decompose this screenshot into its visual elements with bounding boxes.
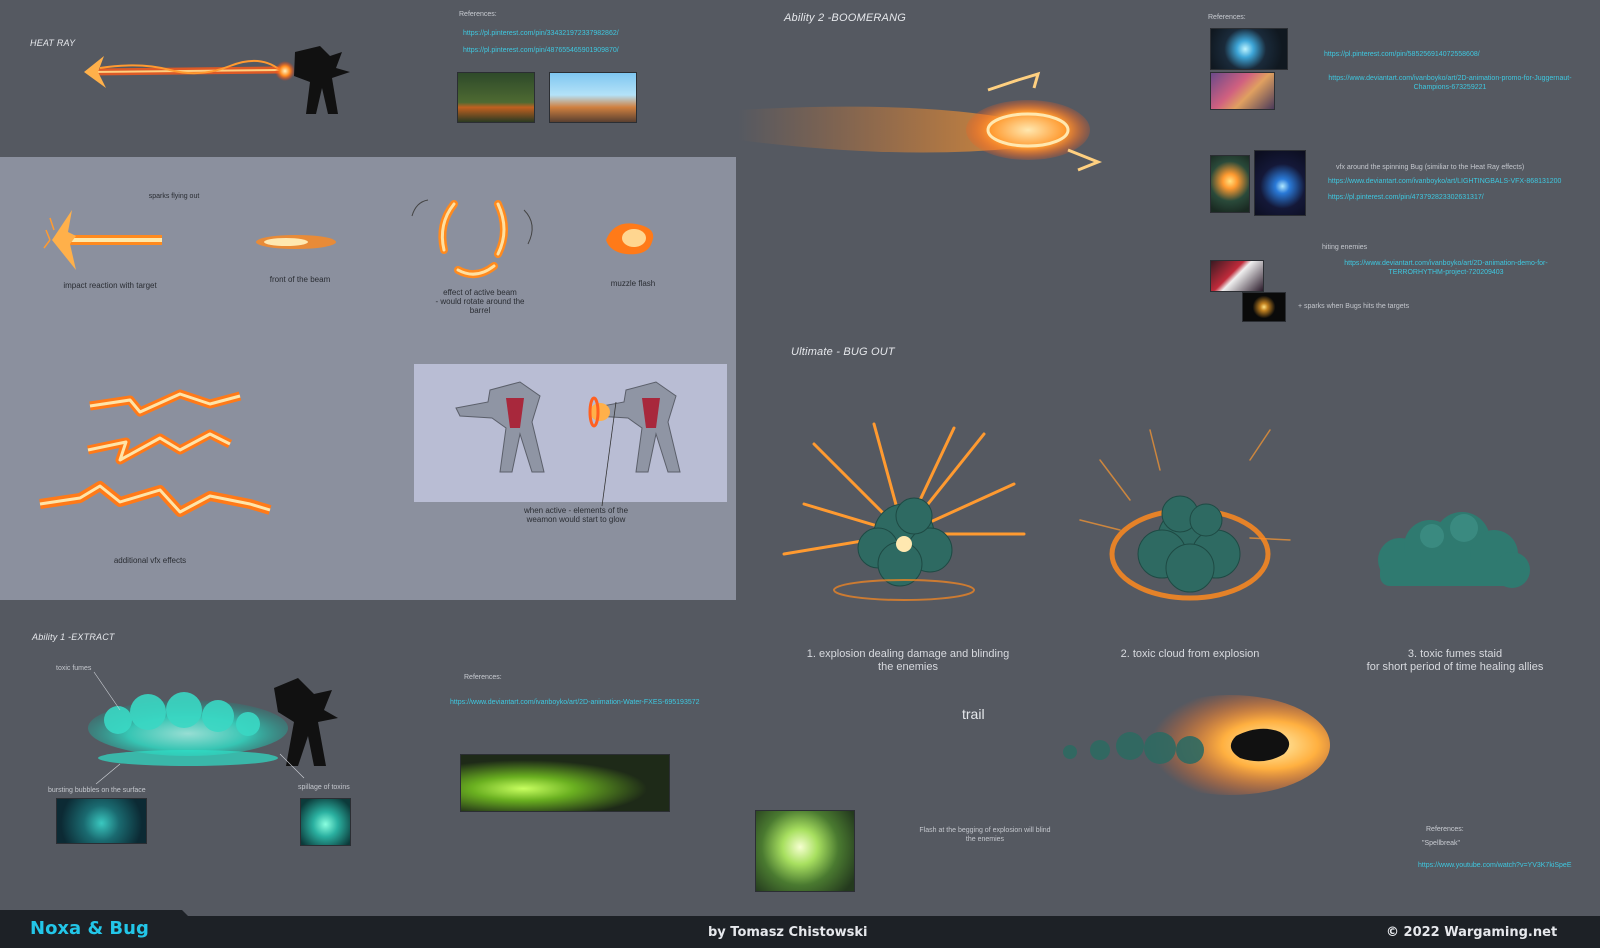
ability1-pointer-lines [93,671,305,785]
ability2-note-sparks: + sparks when Bugs hits the targets [1298,303,1410,310]
note-muzzle-flash: muzzle flash [610,279,656,288]
heat-ray-beam-illustration [84,46,350,114]
toxic-fumes-stage-3-illustration [1378,512,1530,588]
ability2-references-label: References: [1208,14,1246,21]
ability2-note-vfx: vfx around the spinning Bug (similiar to… [1336,164,1525,171]
ultimate-caption-2: 2. toxic cloud from explosion [1120,648,1260,660]
footer-project-title: Noxa & Bug [30,918,149,939]
heat-ray-link-2[interactable]: https://pl.pinterest.com/pin/48765546590… [463,47,619,54]
noxa-weapon-glow-illustration [455,381,681,473]
footer-author: by Tomasz Chistowski [708,925,868,940]
beam-front-illustration [256,235,336,249]
explosion-stage-1-illustration [782,422,1026,601]
ability2-reference-thumb-5[interactable] [1210,260,1264,292]
ultimate-references-label: References: [1426,826,1464,833]
impact-reaction-illustration [43,210,162,270]
note-weapon-glow: when active - elements of the weamon wou… [523,506,629,524]
ability2-link-1[interactable]: https://pl.pinterest.com/pin/58525691407… [1324,51,1480,58]
ability1-reference-thumb-2[interactable] [300,798,351,846]
heat-ray-reference-thumb-1[interactable] [457,72,535,123]
ability2-reference-thumb-6[interactable] [1242,292,1286,322]
ability1-reference-thumb-3[interactable] [460,754,670,812]
ultimate-caption-3: 3. toxic fumes staid for short period of… [1366,648,1544,673]
ability1-reference-thumb-1[interactable] [56,798,147,844]
ability2-link-3[interactable]: https://www.deviantart.com/ivanboyko/art… [1328,178,1561,185]
explosion-stage-2-illustration [1079,429,1291,601]
note-beam-front: front of the beam [269,275,331,284]
ability2-link-2[interactable]: https://www.deviantart.com/ivanboyko/art… [1320,74,1580,92]
ability2-title: Ability 2 -BOOMERANG [784,12,906,24]
ability1-reference-link[interactable]: https://www.deviantart.com/ivanboyko/art… [450,699,700,706]
heat-ray-references-label: References: [459,11,497,18]
heat-ray-title: HEAT RAY [30,38,76,48]
footer-copyright: © 2022 Wargaming.net [1386,925,1558,940]
ability2-reference-thumb-2[interactable] [1210,72,1275,110]
note-impact-reaction: impact reaction with target [63,281,157,290]
ability2-reference-thumb-3[interactable] [1210,155,1250,213]
note-additional-vfx: additional vfx effects [113,556,187,565]
heat-ray-reference-thumb-2[interactable] [549,72,637,123]
ability2-link-4[interactable]: https://pl.pinterest.com/pin/47379282330… [1328,194,1484,201]
ability1-references-label: References: [464,674,502,681]
ultimate-reference-link[interactable]: https://www.youtube.com/watch?v=YV3K7kiS… [1418,862,1572,869]
ability2-link-5[interactable]: https://www.deviantart.com/ivanboyko/art… [1316,259,1576,277]
muzzle-flash-illustration [606,223,654,255]
ultimate-caption-1: 1. explosion dealing damage and blinding… [806,648,1010,673]
note-toxic-fumes: toxic fumes [56,665,92,672]
heat-ray-link-1[interactable]: https://pl.pinterest.com/pin/33432197233… [463,30,619,37]
ultimate-title: Ultimate - BUG OUT [791,346,895,358]
ultimate-reference-thumb[interactable] [755,810,855,892]
boomerang-illustration [738,71,1103,172]
active-beam-ring-illustration [411,199,533,279]
ability2-reference-thumb-1[interactable] [1210,28,1288,70]
note-spillage: spillage of toxins [298,784,350,791]
ability1-title: Ability 1 -EXTRACT [32,632,115,642]
ability2-note-hit: hiting enemies [1322,244,1368,251]
ultimate-flash-note: Flash at the begging of explosion will b… [919,827,1051,843]
ultimate-reference-name: "Spellbreak" [1422,840,1461,847]
bug-trail-illustration [1063,695,1330,795]
ability2-reference-thumb-4[interactable] [1254,150,1306,216]
glow-note-pointer [601,401,617,507]
note-bursting-bubbles: bursting bubbles on the surface [48,787,146,794]
note-active-beam: effect of active beam - would rotate aro… [435,288,525,315]
additional-vfx-illustration [39,389,272,517]
